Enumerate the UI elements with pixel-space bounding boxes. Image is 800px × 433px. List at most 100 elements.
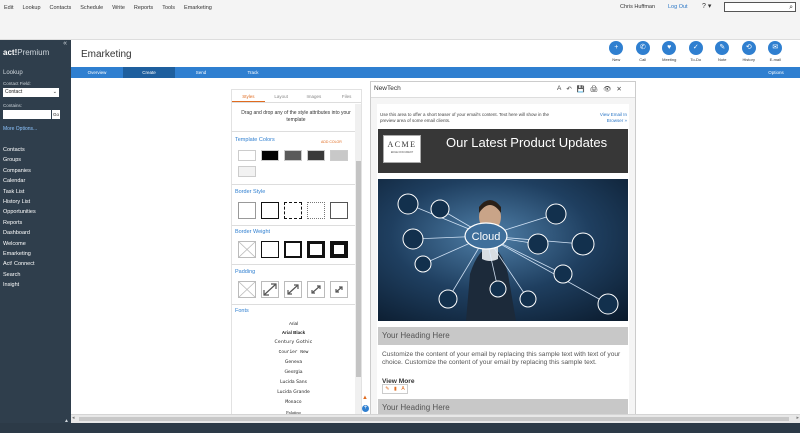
font-option[interactable]: Georgia bbox=[232, 370, 355, 375]
font-style-icon[interactable]: A bbox=[557, 85, 561, 93]
nav-item-reports[interactable]: Reports bbox=[3, 218, 36, 228]
border-weight-3[interactable] bbox=[307, 241, 325, 258]
font-option[interactable]: Monaco bbox=[232, 400, 355, 405]
more-options-link[interactable]: More Options... bbox=[3, 126, 37, 132]
color-swatch-off-white[interactable] bbox=[238, 166, 256, 177]
color-swatch-black[interactable] bbox=[261, 150, 279, 161]
tab-styles[interactable]: Styles bbox=[232, 90, 265, 102]
nav-item-contacts[interactable]: Contacts bbox=[3, 145, 36, 155]
menu-write[interactable]: Write bbox=[112, 5, 125, 11]
go-button[interactable]: Go bbox=[52, 110, 60, 119]
nav-item-calendar[interactable]: Calendar bbox=[3, 176, 36, 186]
logout-link[interactable]: Log Out bbox=[668, 4, 688, 10]
contains-input[interactable] bbox=[3, 110, 51, 119]
nav-item-task-list[interactable]: Task List bbox=[3, 187, 36, 197]
horizontal-scrollbar[interactable]: ◂ ▸ bbox=[71, 414, 800, 423]
border-weight-none[interactable] bbox=[238, 241, 256, 258]
color-swatch-gray[interactable] bbox=[284, 150, 302, 161]
note-button[interactable]: ✎ Note bbox=[709, 41, 736, 62]
tab-create[interactable]: Create bbox=[123, 67, 175, 78]
save-icon[interactable]: 💾 bbox=[577, 85, 585, 93]
menu-emarketing[interactable]: Emarketing bbox=[184, 5, 212, 11]
email-banner[interactable]: ACME EDGE DOCUMENT Our Latest Product Up… bbox=[378, 129, 628, 173]
move-block-icon[interactable]: ▮ bbox=[394, 386, 397, 392]
help-button[interactable]: ? ▾ bbox=[702, 2, 720, 11]
preheader-text[interactable]: Use this area to offer a short teaser of… bbox=[380, 112, 560, 124]
font-option[interactable]: Lucida Sans bbox=[232, 380, 355, 385]
style-panel-scrollbar[interactable] bbox=[355, 104, 361, 418]
menu-lookup[interactable]: Lookup bbox=[22, 5, 40, 11]
meeting-button[interactable]: ♥ Meeting bbox=[656, 41, 683, 62]
scroll-left-icon[interactable]: ◂ bbox=[72, 415, 75, 421]
nav-item-history-list[interactable]: History List bbox=[3, 197, 36, 207]
font-option[interactable]: Courier New bbox=[232, 350, 355, 355]
search-icon[interactable]: ⌕ bbox=[789, 3, 793, 12]
add-block-icon[interactable]: + bbox=[362, 405, 369, 412]
nav-item-search[interactable]: Search bbox=[3, 270, 36, 280]
todo-button[interactable]: ✓ To-Do bbox=[683, 41, 710, 62]
menu-reports[interactable]: Reports bbox=[134, 5, 153, 11]
nav-item-insight[interactable]: Insight bbox=[3, 280, 36, 290]
color-swatch-dark-gray[interactable] bbox=[307, 150, 325, 161]
nav-item-dashboard[interactable]: Dashboard bbox=[3, 228, 36, 238]
padding-small[interactable] bbox=[307, 281, 325, 298]
border-weight-1[interactable] bbox=[261, 241, 279, 258]
email-button[interactable]: ✉ E-mail bbox=[762, 41, 789, 62]
history-button[interactable]: ⟲ History bbox=[736, 41, 763, 62]
text-style-icon[interactable]: A bbox=[401, 386, 404, 392]
tab-overview[interactable]: Overview bbox=[71, 67, 123, 78]
collapse-sidebar-icon[interactable]: « bbox=[63, 40, 67, 47]
font-option[interactable]: Arial bbox=[232, 321, 355, 326]
border-style-thin[interactable] bbox=[238, 202, 256, 219]
padding-medium[interactable] bbox=[284, 281, 302, 298]
nav-item-emarketing[interactable]: Emarketing bbox=[3, 249, 36, 259]
nav-item-welcome[interactable]: Welcome bbox=[3, 239, 36, 249]
scroll-up-icon[interactable]: ▲ bbox=[362, 395, 372, 401]
font-option[interactable]: Geneva bbox=[232, 360, 355, 365]
scroll-right-icon[interactable]: ▸ bbox=[796, 415, 799, 421]
tab-images[interactable]: Images bbox=[298, 90, 331, 102]
tab-files[interactable]: Files bbox=[330, 90, 361, 102]
border-style-solid[interactable] bbox=[261, 202, 279, 219]
color-swatch-light-gray[interactable] bbox=[330, 150, 348, 161]
menu-schedule[interactable]: Schedule bbox=[80, 5, 103, 11]
menu-contacts[interactable]: Contacts bbox=[50, 5, 72, 11]
tab-layout[interactable]: Layout bbox=[265, 90, 298, 102]
border-weight-4[interactable] bbox=[330, 241, 348, 258]
padding-none[interactable] bbox=[238, 281, 256, 298]
tab-options[interactable]: Options bbox=[761, 67, 791, 78]
menu-edit[interactable]: Edit bbox=[4, 5, 13, 11]
body-text-block[interactable]: Customize the content of your email by r… bbox=[382, 351, 628, 367]
padding-large[interactable] bbox=[261, 281, 279, 298]
tab-send[interactable]: Send bbox=[175, 67, 227, 78]
heading-block[interactable]: Your Heading Here bbox=[378, 327, 628, 345]
nav-item-companies[interactable]: Companies bbox=[3, 166, 36, 176]
hero-image[interactable]: Cloud bbox=[378, 179, 628, 321]
font-option[interactable]: Lucida Grande bbox=[232, 390, 355, 395]
scrollbar-thumb[interactable] bbox=[356, 161, 361, 377]
border-weight-2[interactable] bbox=[284, 241, 302, 258]
nav-item-opportunities[interactable]: Opportunities bbox=[3, 207, 36, 217]
close-icon[interactable]: ✕ bbox=[616, 85, 621, 93]
print-icon[interactable]: 🖨 bbox=[590, 85, 598, 93]
view-in-browser-link[interactable]: View Email In Browser » bbox=[585, 112, 627, 124]
nav-item-groups[interactable]: Groups bbox=[3, 155, 36, 165]
font-option[interactable]: Arial Black bbox=[232, 330, 355, 335]
add-color-link[interactable]: ADD COLOR bbox=[321, 140, 342, 144]
color-swatch-white[interactable] bbox=[238, 150, 256, 161]
border-style-dashed[interactable] bbox=[284, 202, 302, 219]
edit-block-icon[interactable]: ✎ bbox=[385, 386, 389, 392]
border-style-dotted[interactable] bbox=[307, 202, 325, 219]
padding-xsmall[interactable] bbox=[330, 281, 348, 298]
preview-icon[interactable]: 👁 bbox=[603, 85, 611, 93]
menu-tools[interactable]: Tools bbox=[162, 5, 175, 11]
contact-field-select[interactable]: Contact ⌄ bbox=[3, 88, 59, 97]
call-button[interactable]: ✆ Call bbox=[630, 41, 657, 62]
search-input[interactable]: ⌕ bbox=[724, 2, 796, 12]
undo-icon[interactable]: ↶ bbox=[566, 85, 571, 93]
nav-item-act-connect[interactable]: Act! Connect bbox=[3, 259, 36, 269]
tab-track[interactable]: Track bbox=[227, 67, 279, 78]
new-button[interactable]: + New bbox=[603, 41, 630, 62]
font-option[interactable]: Century Gothic bbox=[232, 340, 355, 345]
border-style-plain[interactable] bbox=[330, 202, 348, 219]
